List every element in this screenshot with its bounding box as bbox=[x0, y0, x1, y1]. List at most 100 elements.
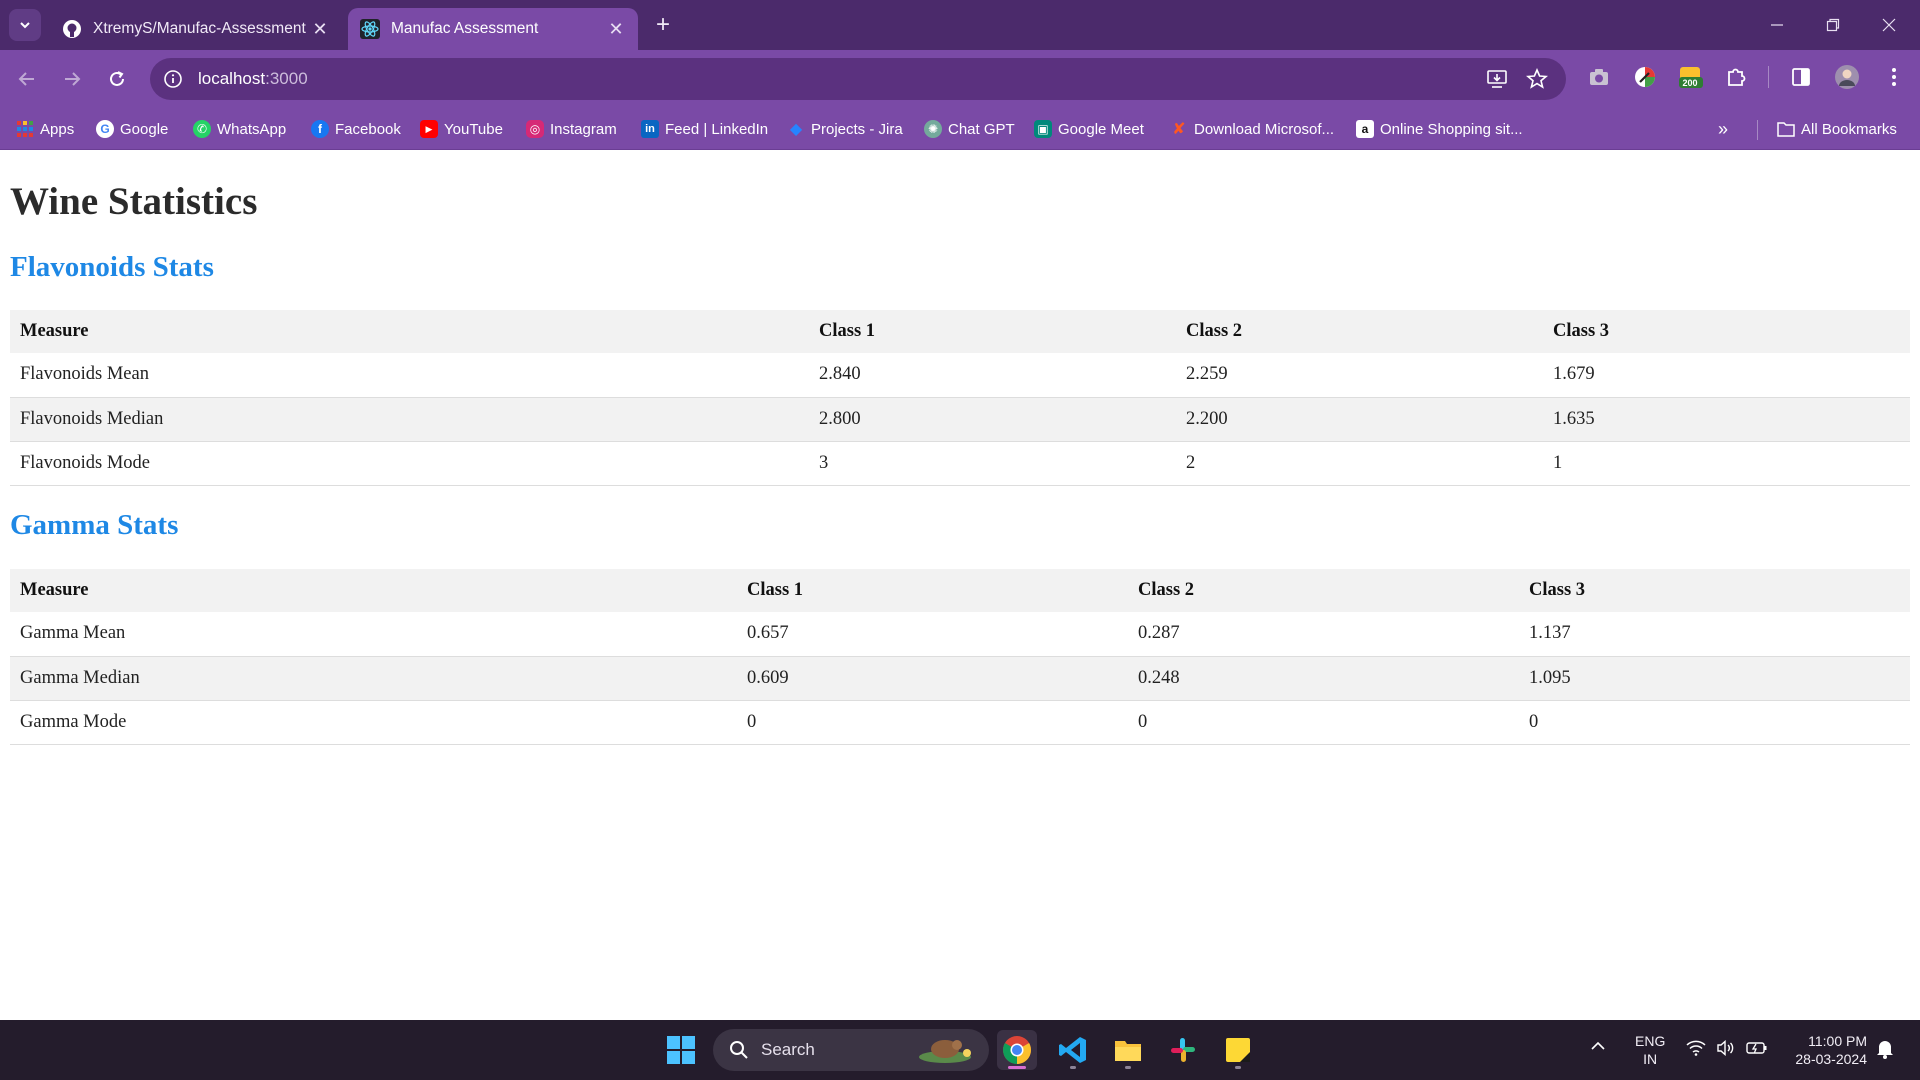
menu-kebab-icon[interactable] bbox=[1879, 62, 1909, 92]
language-indicator[interactable]: ENG IN bbox=[1635, 1032, 1665, 1068]
bookmark-linkedin[interactable]: in Feed | LinkedIn bbox=[641, 117, 768, 141]
table-cell: 0.287 bbox=[1128, 612, 1519, 657]
flavonoids-table: Measure Class 1 Class 2 Class 3 Flavonoi… bbox=[10, 310, 1910, 486]
tab-title: Manufac Assessment bbox=[391, 20, 539, 37]
taskbar-sticky-notes[interactable] bbox=[1218, 1030, 1258, 1070]
start-button[interactable] bbox=[661, 1030, 701, 1070]
tab-strip: XtremyS/Manufac-Assessment ✕ Manufac Ass… bbox=[0, 0, 1920, 50]
clock-date: 28-03-2024 bbox=[1795, 1051, 1867, 1067]
battery-icon[interactable] bbox=[1746, 1040, 1768, 1059]
table-cell: 2.800 bbox=[809, 397, 1176, 442]
search-label: Search bbox=[761, 1040, 815, 1059]
bookmark-label: Facebook bbox=[335, 120, 401, 138]
bookmark-microsoft-download[interactable]: ✘ Download Microsof... bbox=[1170, 117, 1334, 141]
address-bar[interactable]: localhost:3000 bbox=[150, 58, 1566, 100]
bookmark-whatsapp[interactable]: ✆ WhatsApp bbox=[193, 117, 286, 141]
table-row: Gamma Mode 0 0 0 bbox=[10, 700, 1910, 745]
site-info-icon[interactable] bbox=[162, 68, 184, 90]
close-icon[interactable]: ✕ bbox=[606, 19, 626, 39]
github-icon bbox=[62, 19, 82, 39]
column-header: Measure bbox=[10, 569, 737, 612]
tab-search-button[interactable] bbox=[9, 9, 41, 41]
sticky-notes-icon bbox=[1226, 1038, 1250, 1062]
table-cell: 1.095 bbox=[1519, 656, 1910, 701]
bookmark-label: YouTube bbox=[444, 120, 503, 138]
minimize-button[interactable] bbox=[1749, 0, 1805, 50]
bookmark-google[interactable]: G Google bbox=[96, 117, 168, 141]
wifi-icon[interactable] bbox=[1686, 1040, 1706, 1059]
column-header: Class 3 bbox=[1543, 310, 1910, 353]
bookmark-label: Download Microsof... bbox=[1194, 120, 1335, 138]
taskbar-vscode[interactable] bbox=[1053, 1030, 1093, 1070]
google-meet-icon: ▣ bbox=[1034, 120, 1052, 138]
tab-manufac-assessment[interactable]: Manufac Assessment ✕ bbox=[348, 8, 638, 50]
taskbar-chrome[interactable] bbox=[997, 1030, 1037, 1070]
all-bookmarks-button[interactable]: All Bookmarks bbox=[1777, 117, 1897, 141]
running-indicator bbox=[1125, 1066, 1131, 1069]
restore-icon bbox=[1826, 18, 1840, 32]
bookmark-instagram[interactable]: ◎ Instagram bbox=[526, 117, 617, 141]
jira-icon: ◆ bbox=[789, 121, 803, 138]
taskbar-search[interactable]: Search bbox=[713, 1029, 989, 1071]
amazon-icon: a bbox=[1356, 120, 1374, 138]
reload-button[interactable] bbox=[100, 62, 134, 96]
show-hidden-icons-button[interactable] bbox=[1590, 1038, 1606, 1057]
bookmark-label: Feed | LinkedIn bbox=[665, 120, 769, 138]
double-chevron-right-icon: » bbox=[1718, 118, 1729, 139]
table-row: Gamma Mean 0.657 0.287 1.137 bbox=[10, 612, 1910, 657]
restore-button[interactable] bbox=[1805, 0, 1861, 50]
close-window-button[interactable] bbox=[1861, 0, 1917, 50]
bookmark-star-icon[interactable] bbox=[1525, 67, 1549, 91]
bookmark-label: Projects - Jira bbox=[811, 120, 903, 138]
taskbar-slack[interactable] bbox=[1163, 1030, 1203, 1070]
badge-extension-icon[interactable]: 200 bbox=[1675, 62, 1705, 92]
bookmark-label: Chat GPT bbox=[948, 120, 1015, 138]
bookmark-facebook[interactable]: f Facebook bbox=[311, 117, 401, 141]
extensions-puzzle-icon[interactable] bbox=[1721, 62, 1751, 92]
table-cell: 1.679 bbox=[1543, 353, 1910, 398]
table-cell: 0.609 bbox=[737, 656, 1128, 701]
bookmark-label: Google bbox=[120, 120, 169, 138]
camera-extension-icon[interactable] bbox=[1584, 62, 1614, 92]
bookmark-google-meet[interactable]: ▣ Google Meet bbox=[1034, 117, 1144, 141]
clock-time: 11:00 PM bbox=[1808, 1033, 1867, 1049]
install-app-icon[interactable] bbox=[1485, 67, 1509, 91]
column-header: Class 1 bbox=[809, 310, 1176, 353]
apps-grid-icon bbox=[16, 120, 34, 138]
forward-button[interactable] bbox=[55, 62, 89, 96]
bookmark-chatgpt[interactable]: ✺ Chat GPT bbox=[924, 117, 1015, 141]
side-panel-icon[interactable] bbox=[1786, 62, 1816, 92]
table-cell: Flavonoids Median bbox=[10, 397, 809, 442]
back-button[interactable] bbox=[10, 62, 44, 96]
volume-icon[interactable] bbox=[1716, 1039, 1736, 1059]
table-cell: 3 bbox=[809, 441, 1176, 486]
color-picker-extension-icon[interactable] bbox=[1630, 62, 1660, 92]
clock[interactable]: 11:00 PM 28-03-2024 bbox=[1783, 1032, 1867, 1068]
bookmarks-bar: Apps G Google ✆ WhatsApp f Facebook ▶ Yo… bbox=[0, 108, 1920, 150]
bookmark-amazon[interactable]: a Online Shopping sit... bbox=[1356, 117, 1523, 141]
taskbar-file-explorer[interactable] bbox=[1108, 1030, 1148, 1070]
tab-github[interactable]: XtremyS/Manufac-Assessment ✕ bbox=[50, 8, 342, 50]
bookmark-label: Google Meet bbox=[1058, 120, 1144, 138]
notifications-bell-icon[interactable] bbox=[1876, 1039, 1894, 1062]
bookmark-jira[interactable]: ◆ Projects - Jira bbox=[787, 117, 903, 141]
table-cell: 2.259 bbox=[1176, 353, 1543, 398]
table-cell: 2.200 bbox=[1176, 397, 1543, 442]
new-tab-button[interactable]: + bbox=[650, 11, 676, 38]
linkedin-icon: in bbox=[641, 120, 659, 138]
minimize-icon bbox=[1771, 24, 1783, 26]
search-icon bbox=[730, 1041, 748, 1059]
bookmarks-overflow-button[interactable]: » bbox=[1718, 117, 1728, 141]
bookmark-label: Apps bbox=[40, 120, 75, 138]
all-bookmarks-label: All Bookmarks bbox=[1801, 120, 1897, 138]
profile-avatar[interactable] bbox=[1832, 62, 1862, 92]
taskbar: Search ENG IN 11:00 PM 28-03-2024 bbox=[0, 1020, 1920, 1080]
arrow-right-icon bbox=[65, 72, 81, 86]
bookmark-apps[interactable]: Apps bbox=[16, 117, 74, 141]
table-cell: 2 bbox=[1176, 441, 1543, 486]
table-cell: 0 bbox=[1128, 700, 1519, 745]
table-row: Flavonoids Mean 2.840 2.259 1.679 bbox=[10, 353, 1910, 398]
bookmark-youtube[interactable]: ▶ YouTube bbox=[420, 117, 503, 141]
close-icon[interactable]: ✕ bbox=[310, 19, 330, 39]
bookmarks-divider bbox=[1757, 120, 1758, 140]
